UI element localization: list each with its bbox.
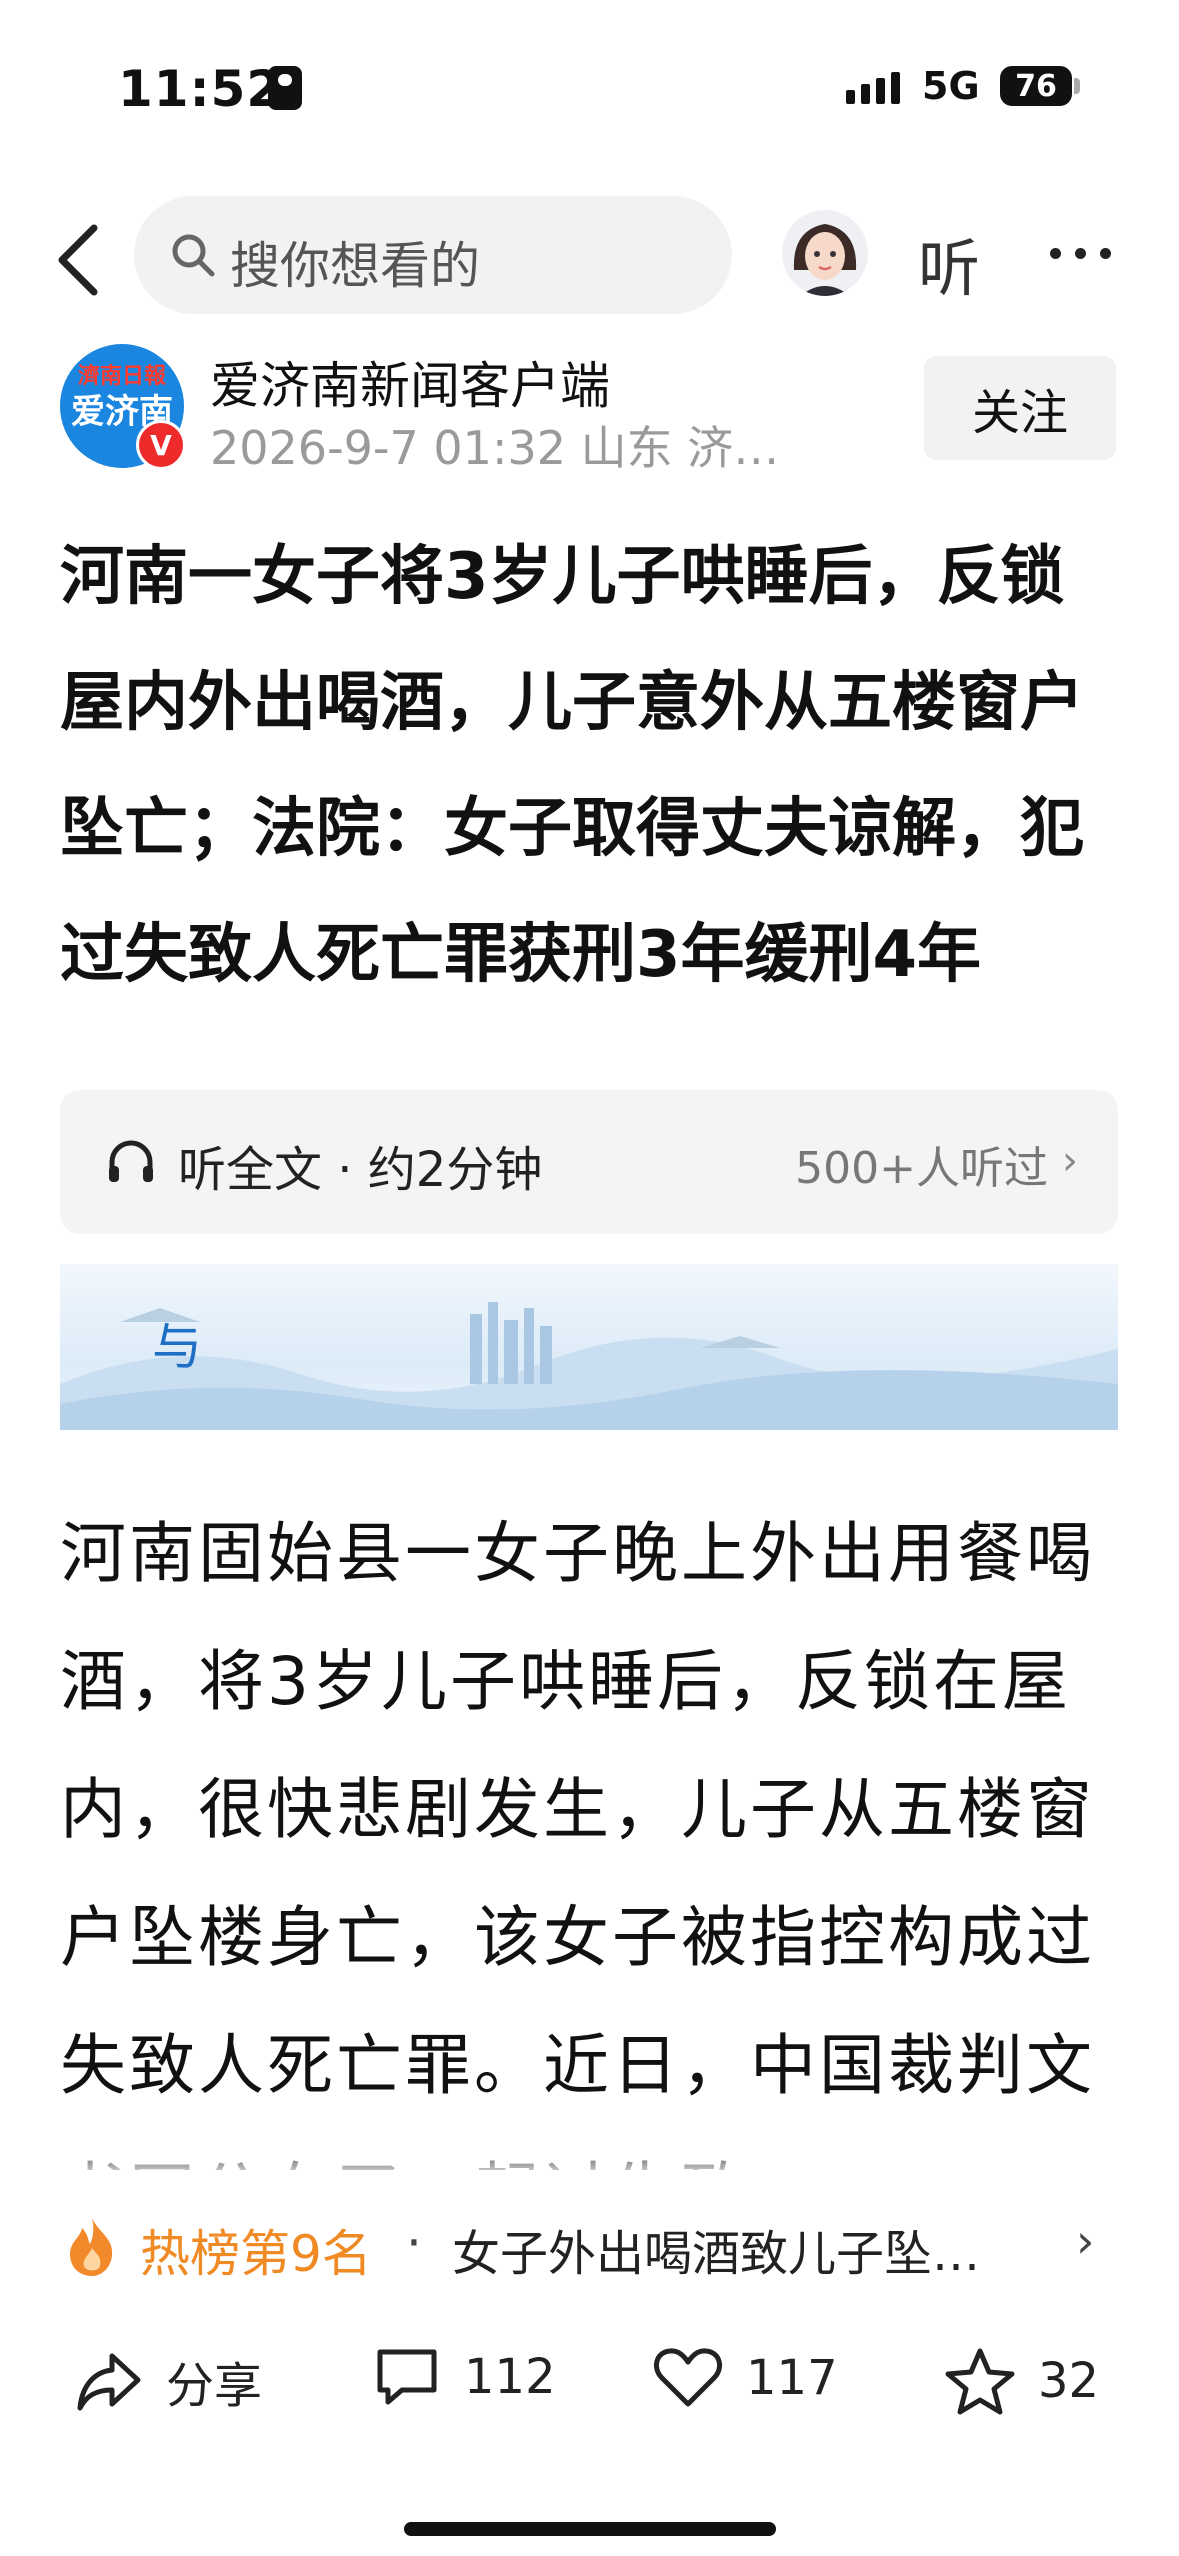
chevron-right-icon: ›	[1076, 2214, 1095, 2268]
listen-count: 500+人听过	[795, 1143, 1048, 1194]
chevron-left-icon	[58, 224, 98, 296]
banner-text: 与	[152, 1318, 202, 1376]
comment-count: 112	[464, 2349, 556, 2405]
verified-badge: V	[136, 420, 186, 470]
follow-button[interactable]: 关注	[924, 356, 1116, 460]
headphones-icon	[104, 1134, 158, 1192]
more-icon[interactable]	[1050, 248, 1111, 259]
lock-icon	[268, 66, 302, 110]
share-button[interactable]: 分享	[74, 2346, 262, 2416]
network-type: 5G	[922, 64, 980, 108]
status-time: 11:52	[118, 60, 283, 118]
star-icon	[945, 2348, 1015, 2415]
comment-icon	[377, 2349, 437, 2405]
listen-full-text-card[interactable]: 听全文 · 约2分钟 500+人听过 ›	[60, 1090, 1118, 1234]
hot-list-bar[interactable]: 热榜第9名 · 女子外出喝酒致儿子坠… ›	[0, 2180, 1179, 2310]
comment-button[interactable]: 112	[372, 2346, 556, 2408]
publisher-name[interactable]: 爱济南新闻客户端	[210, 346, 610, 418]
chevron-right-icon: ›	[1062, 1138, 1078, 1184]
hot-separator: ·	[406, 2214, 422, 2272]
favorite-count: 32	[1038, 2353, 1100, 2409]
article-body: 河南固始县一女子晚上外出用餐喝酒，将3岁儿子哄睡后，反锁在屋内，很快悲剧发生，儿…	[60, 1515, 1095, 2170]
share-icon	[77, 2353, 141, 2411]
battery-icon: 76	[1000, 66, 1072, 106]
search-placeholder: 搜你想看的	[230, 237, 480, 295]
hot-rank-label: 热榜第9名	[140, 2225, 372, 2283]
hot-headline: 女子外出喝酒致儿子坠…	[452, 2226, 981, 2282]
avatar[interactable]	[782, 210, 868, 296]
search-input[interactable]: 搜你想看的	[134, 196, 732, 314]
search-icon	[170, 232, 216, 282]
signal-icon	[846, 72, 900, 104]
status-bar: 11:52 5G 76	[0, 0, 1179, 170]
listen-label: 听全文 · 约2分钟	[178, 1142, 543, 1198]
content-fade	[0, 2140, 1179, 2180]
heart-icon	[653, 2348, 723, 2407]
article-title: 河南一女子将3岁儿子哄睡后，反锁屋内外出喝酒，儿子意外从五楼窗户坠亡；法院：女子…	[60, 540, 1084, 992]
back-button[interactable]	[50, 220, 110, 300]
like-button[interactable]: 117	[652, 2346, 838, 2410]
action-bar: 分享 112 117 32	[0, 2320, 1179, 2440]
publish-meta: 2026-9-7 01:32 山东 济…	[210, 421, 780, 475]
home-indicator[interactable]	[404, 2522, 776, 2536]
share-label: 分享	[166, 2358, 263, 2414]
battery-tip	[1074, 78, 1080, 94]
listen-button[interactable]: 听	[918, 218, 980, 308]
article-banner-image: 与	[60, 1264, 1118, 1430]
like-count: 117	[746, 2350, 838, 2406]
favorite-button[interactable]: 32	[944, 2346, 1099, 2416]
flame-icon	[62, 2214, 122, 2282]
